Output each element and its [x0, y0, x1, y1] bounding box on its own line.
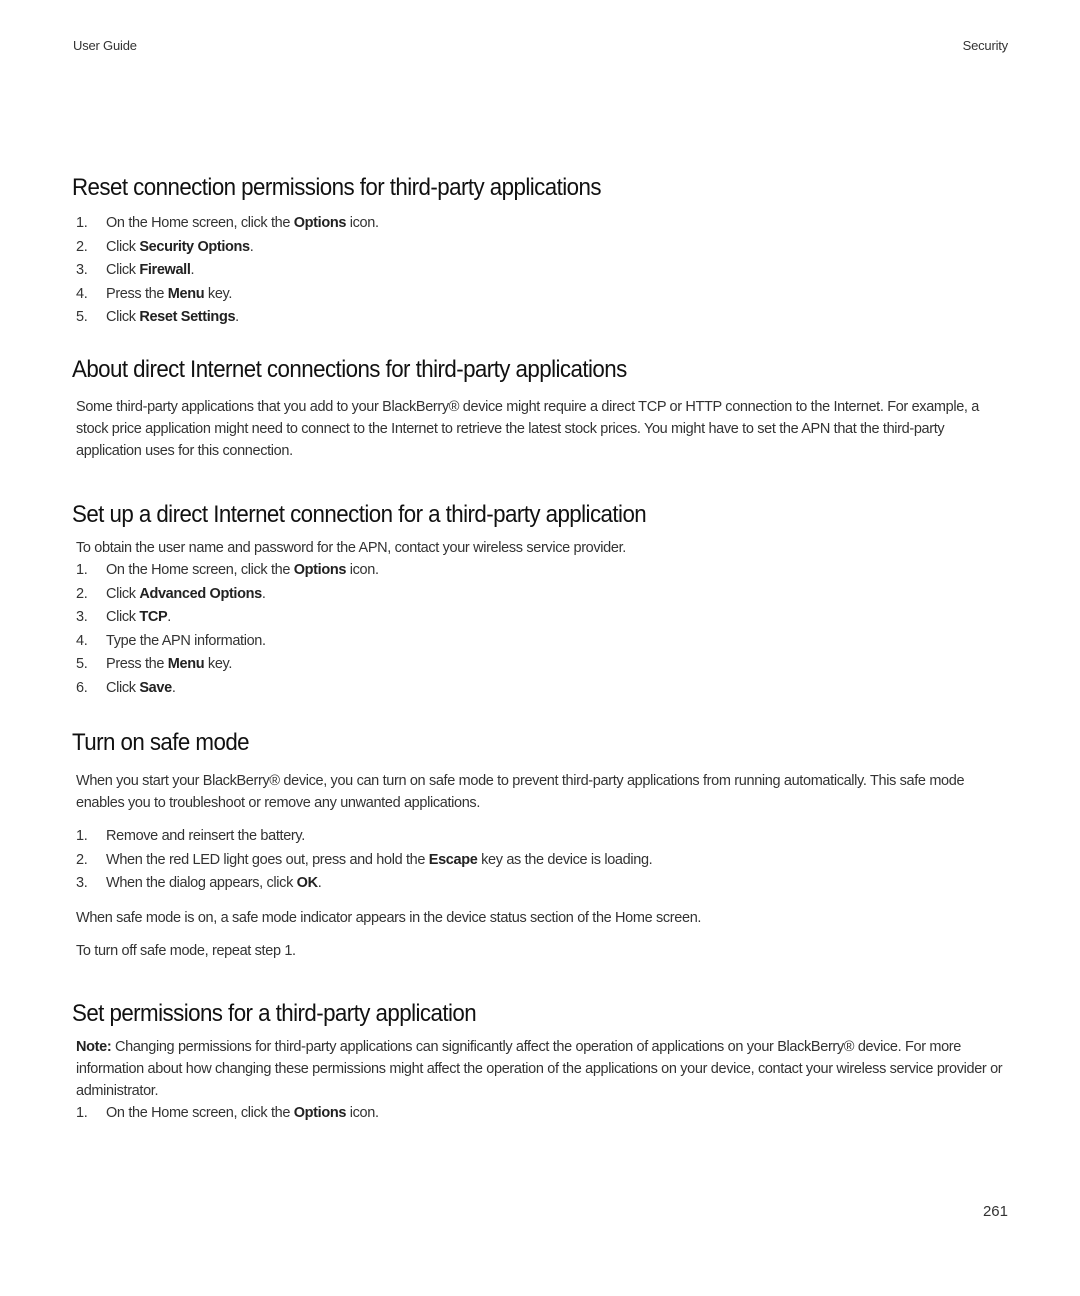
section-title: Set permissions for a third-party applic…: [72, 1000, 477, 1027]
step-item: 3. When the dialog appears, click OK.: [72, 872, 1012, 896]
section-body: Some third-party applications that you a…: [76, 399, 980, 459]
turn-off-safe-mode-note: To turn off safe mode, repeat step 1.: [76, 942, 296, 959]
step-ui-term: Options: [293, 562, 347, 578]
step-ui-term: Reset Settings: [139, 309, 236, 325]
safe-mode-indicator-note: When safe mode is on, a safe mode indica…: [76, 909, 702, 926]
step-text: Click: [106, 262, 140, 278]
step-text-suffix: .: [235, 309, 239, 325]
step-item: 5. Click Reset Settings.: [72, 306, 1012, 330]
step-number: 4.: [76, 632, 88, 649]
step-ui-term: Menu: [167, 656, 205, 672]
step-text-suffix: .: [249, 238, 254, 255]
step-item: 4. Type the APN information.: [72, 630, 1012, 654]
step-item: 1. On the Home screen, click the Options …: [72, 1102, 1012, 1126]
step-text: When the dialog appears, click: [106, 875, 297, 891]
step-number: 2.: [76, 238, 88, 255]
step-text: On the Home screen, click the: [106, 562, 294, 578]
step-ui-term: Options: [293, 1105, 347, 1121]
step-item: 2. Click Advanced Options.: [72, 583, 1012, 607]
step-text-suffix: key as the device is loading.: [477, 851, 653, 868]
section-set-permissions: Set permissions for a third-party applic…: [72, 1000, 1012, 1126]
step-text-suffix: .: [261, 585, 266, 602]
step-text: Press the: [106, 285, 168, 302]
step-item: 4. Press the Menu key.: [72, 283, 1012, 307]
step-ui-term: TCP: [139, 609, 168, 625]
step-item: 1. On the Home screen, click the Options …: [72, 559, 1012, 583]
step-text: Click: [106, 585, 140, 602]
step-number: 5.: [76, 656, 88, 672]
step-item: 5. Press the Menu key.: [72, 653, 1012, 677]
step-text: On the Home screen, click the: [106, 215, 294, 231]
step-text: When the red LED light goes out, press a…: [106, 851, 429, 868]
step-ui-term: Advanced Options: [139, 585, 262, 602]
step-ui-term: OK: [296, 875, 318, 891]
section-title: Reset connection permissions for third-p…: [72, 174, 602, 201]
step-text-suffix: key.: [204, 285, 233, 302]
section-title: About direct Internet connections for th…: [72, 356, 627, 383]
note-paragraph: Note: Changing permissions for third-par…: [76, 1036, 1012, 1102]
step-text: Click: [106, 238, 140, 255]
page-number: 261: [982, 1203, 1008, 1220]
step-text-suffix: icon.: [346, 562, 379, 578]
running-header-left: User Guide: [73, 38, 137, 53]
step-text-suffix: icon.: [346, 215, 379, 231]
step-text-suffix: icon.: [346, 1105, 379, 1121]
step-text: Click: [106, 679, 140, 696]
step-number: 2.: [76, 851, 88, 868]
step-text: On the Home screen, click the: [106, 1105, 294, 1121]
step-text: Click: [106, 609, 140, 625]
note-text: Changing permissions for third-party app…: [76, 1039, 1003, 1099]
step-ui-term: Options: [293, 215, 347, 231]
step-number: 1.: [76, 562, 88, 578]
steps-list: 1. On the Home screen, click the Options …: [72, 1102, 1012, 1126]
step-item: 1. On the Home screen, click the Options …: [72, 212, 1012, 236]
step-item: 3. Click Firewall.: [72, 259, 1012, 283]
section-intro: When you start your BlackBerry® device, …: [76, 773, 965, 811]
step-ui-term: Menu: [167, 285, 205, 302]
section-intro: To obtain the user name and password for…: [76, 540, 626, 556]
step-item: 3. Click TCP.: [72, 606, 1012, 630]
running-header-right: Security: [962, 38, 1009, 53]
steps-list: 1. Remove and reinsert the battery. 2. When…: [72, 825, 1012, 896]
step-ui-term: Firewall: [139, 262, 191, 278]
step-text: Remove and reinsert the battery.: [106, 828, 305, 844]
step-text: Click: [106, 309, 140, 325]
step-item: 2. When the red LED light goes out, press…: [72, 849, 1012, 873]
step-ui-term: Escape: [428, 851, 478, 868]
step-item: 6. Click Save.: [72, 677, 1012, 701]
section-setup-direct-internet: Set up a direct Internet connection for …: [72, 501, 1012, 700]
step-text-suffix: .: [190, 262, 195, 278]
section-title: Set up a direct Internet connection for …: [72, 501, 647, 528]
step-text: Press the: [106, 656, 168, 672]
step-text-suffix: .: [317, 875, 322, 891]
section-turn-on-safe-mode: Turn on safe mode When you start your Bl…: [72, 729, 1012, 962]
step-number: 2.: [76, 585, 88, 602]
step-text-suffix: .: [171, 679, 176, 696]
step-text: Type the APN information.: [106, 632, 266, 649]
section-reset-connection-permissions: Reset connection permissions for third-p…: [72, 174, 1012, 330]
step-ui-term: Security Options: [139, 238, 250, 255]
step-item: 2. Click Security Options.: [72, 236, 1012, 260]
step-number: 4.: [76, 285, 88, 302]
step-ui-term: Save: [139, 679, 172, 696]
step-number: 1.: [76, 828, 88, 844]
step-number: 3.: [76, 875, 88, 891]
steps-list: 1. On the Home screen, click the Options …: [72, 212, 1012, 330]
section-title: Turn on safe mode: [72, 729, 250, 756]
step-number: 5.: [76, 309, 88, 325]
step-number: 1.: [76, 215, 88, 231]
step-text-suffix: key.: [204, 656, 233, 672]
step-number: 3.: [76, 262, 88, 278]
step-text-suffix: .: [167, 609, 171, 625]
step-number: 3.: [76, 609, 88, 625]
note-label: Note:: [76, 1039, 112, 1055]
step-number: 6.: [76, 679, 88, 696]
step-item: 1. Remove and reinsert the battery.: [72, 825, 1012, 849]
section-about-direct-internet: About direct Internet connections for th…: [72, 356, 1012, 462]
steps-list: 1. On the Home screen, click the Options …: [72, 559, 1012, 700]
step-number: 1.: [76, 1105, 88, 1121]
